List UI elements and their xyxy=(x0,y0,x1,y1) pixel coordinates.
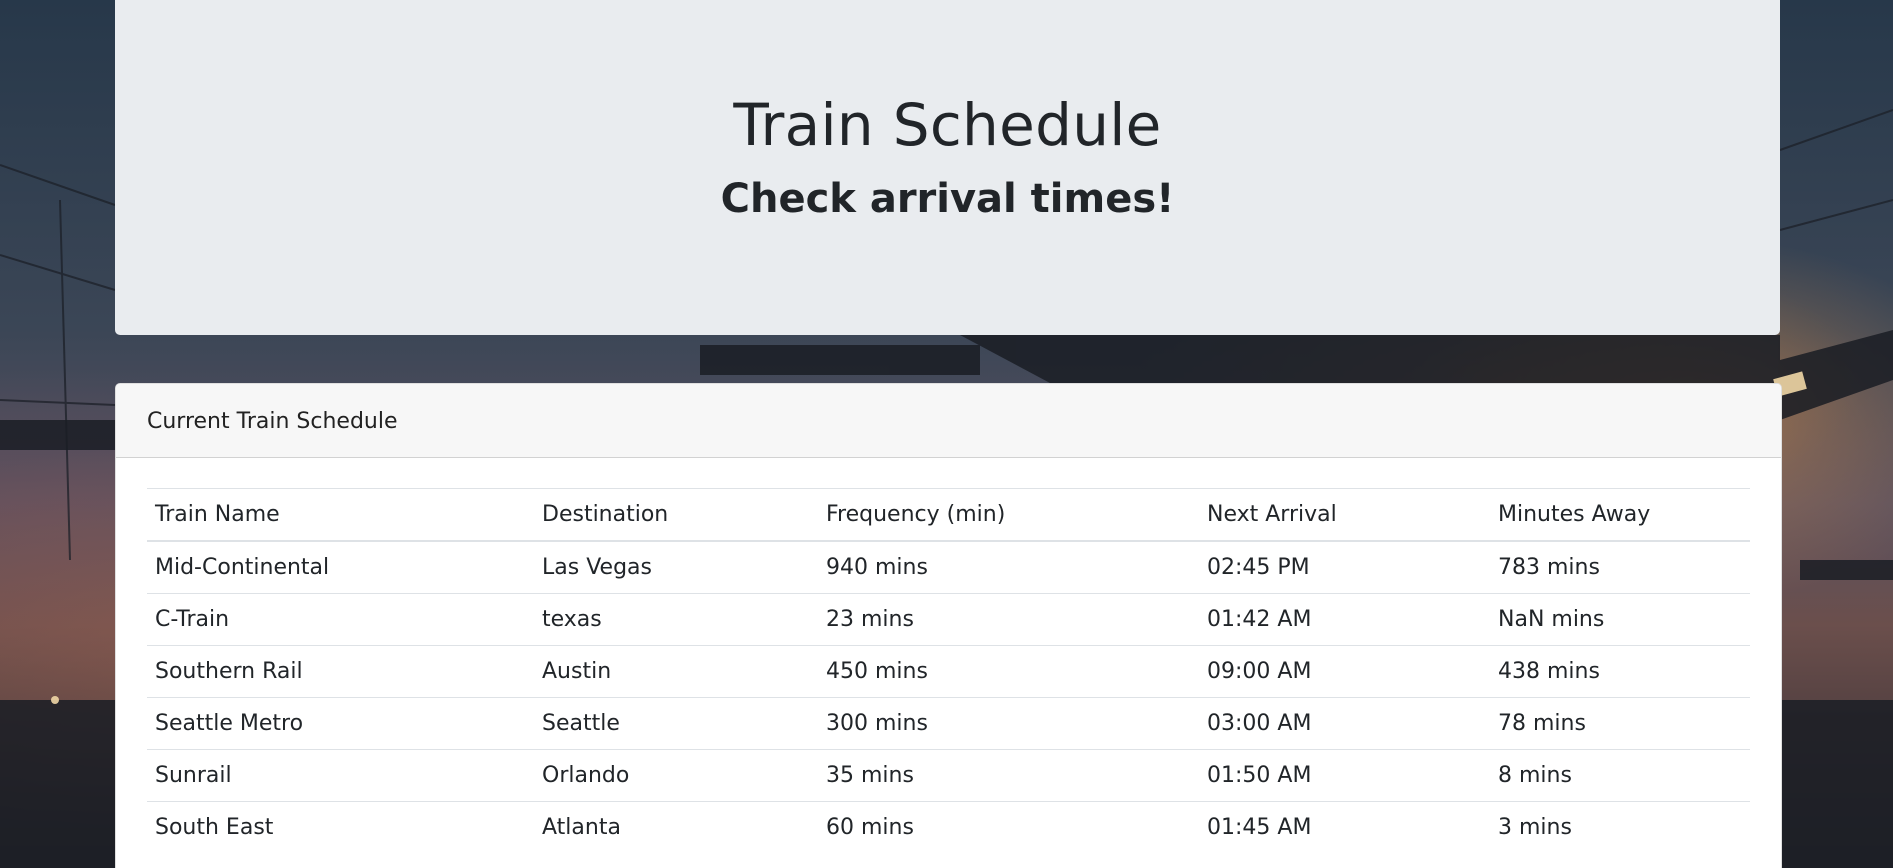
cell-train-name: C-Train xyxy=(147,593,534,646)
table-row: Mid-Continental Las Vegas 940 mins 02:45… xyxy=(147,540,1750,594)
cell-next-arrival: 01:45 AM xyxy=(1199,801,1490,853)
cell-train-name: South East xyxy=(147,801,534,853)
table-row: Seattle Metro Seattle 300 mins 03:00 AM … xyxy=(147,697,1750,750)
jumbotron-header: Train Schedule Check arrival times! xyxy=(115,0,1780,335)
cell-frequency: 450 mins xyxy=(818,645,1199,698)
table-header-row: Train Name Destination Frequency (min) N… xyxy=(147,488,1750,542)
schedule-card-header: Current Train Schedule xyxy=(116,384,1781,458)
cell-frequency: 23 mins xyxy=(818,593,1199,646)
column-header-next-arrival: Next Arrival xyxy=(1199,488,1490,542)
table-row: C-Train texas 23 mins 01:42 AM NaN mins xyxy=(147,593,1750,646)
cell-destination: Orlando xyxy=(534,749,818,802)
schedule-table-head: Train Name Destination Frequency (min) N… xyxy=(147,488,1750,542)
table-row: Sunrail Orlando 35 mins 01:50 AM 8 mins xyxy=(147,749,1750,802)
column-header-train-name: Train Name xyxy=(147,488,534,542)
cell-next-arrival: 02:45 PM xyxy=(1199,540,1490,594)
cell-next-arrival: 09:00 AM xyxy=(1199,645,1490,698)
schedule-table: Train Name Destination Frequency (min) N… xyxy=(147,488,1750,853)
cell-frequency: 300 mins xyxy=(818,697,1199,750)
cell-minutes-away: 3 mins xyxy=(1490,801,1750,853)
cell-next-arrival: 03:00 AM xyxy=(1199,697,1490,750)
cell-destination: texas xyxy=(534,593,818,646)
cell-train-name: Mid-Continental xyxy=(147,540,534,594)
column-header-destination: Destination xyxy=(534,488,818,542)
cell-minutes-away: 783 mins xyxy=(1490,540,1750,594)
cell-minutes-away: 438 mins xyxy=(1490,645,1750,698)
schedule-card: Current Train Schedule Train Name Destin… xyxy=(115,383,1782,868)
cell-destination: Atlanta xyxy=(534,801,818,853)
cell-minutes-away: 8 mins xyxy=(1490,749,1750,802)
cell-next-arrival: 01:50 AM xyxy=(1199,749,1490,802)
cell-destination: Las Vegas xyxy=(534,540,818,594)
page-subtitle: Check arrival times! xyxy=(720,176,1175,222)
schedule-card-body: Train Name Destination Frequency (min) N… xyxy=(116,458,1781,853)
schedule-table-body: Mid-Continental Las Vegas 940 mins 02:45… xyxy=(147,540,1750,853)
cell-destination: Seattle xyxy=(534,697,818,750)
table-row: South East Atlanta 60 mins 01:45 AM 3 mi… xyxy=(147,801,1750,853)
column-header-minutes-away: Minutes Away xyxy=(1490,488,1750,542)
table-row: Southern Rail Austin 450 mins 09:00 AM 4… xyxy=(147,645,1750,698)
cell-train-name: Seattle Metro xyxy=(147,697,534,750)
cell-destination: Austin xyxy=(534,645,818,698)
cell-frequency: 35 mins xyxy=(818,749,1199,802)
cell-train-name: Southern Rail xyxy=(147,645,534,698)
page-title: Train Schedule xyxy=(733,91,1162,159)
cell-frequency: 60 mins xyxy=(818,801,1199,853)
column-header-frequency: Frequency (min) xyxy=(818,488,1199,542)
cell-train-name: Sunrail xyxy=(147,749,534,802)
cell-frequency: 940 mins xyxy=(818,540,1199,594)
cell-next-arrival: 01:42 AM xyxy=(1199,593,1490,646)
cell-minutes-away: NaN mins xyxy=(1490,593,1750,646)
cell-minutes-away: 78 mins xyxy=(1490,697,1750,750)
